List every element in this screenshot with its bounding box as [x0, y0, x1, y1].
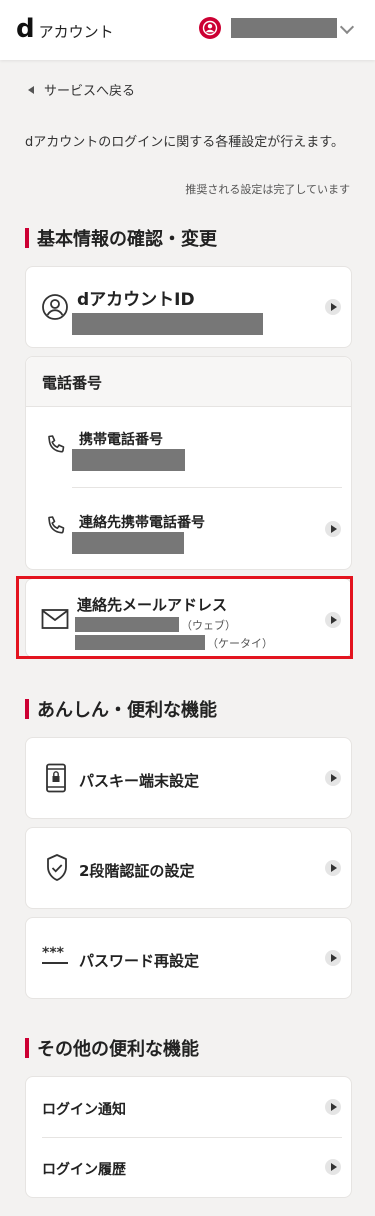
login-history-row[interactable]: ログイン履歴: [26, 1138, 351, 1197]
play-arrow-icon[interactable]: [325, 860, 341, 876]
masked-contact-number: [72, 532, 184, 554]
phone-card: 電話番号 携帯電話番号 連絡先携帯電話番号: [25, 356, 352, 570]
account-menu[interactable]: [199, 17, 337, 39]
smartphone-lock-icon: [45, 763, 67, 797]
phone-header-label: 電話番号: [42, 374, 103, 392]
masked-account-id: [72, 313, 263, 335]
chevron-down-icon[interactable]: [339, 19, 355, 35]
play-arrow-icon[interactable]: [325, 299, 341, 315]
password-asterisk-icon: ***: [42, 946, 68, 964]
phone-icon: [44, 514, 68, 542]
password-label: パスワード再設定: [79, 952, 200, 970]
section-accent-bar: [25, 1038, 29, 1058]
section-title-other: その他の便利な機能: [25, 1035, 199, 1061]
logo-text: アカウント: [38, 23, 114, 41]
play-arrow-icon[interactable]: [325, 521, 341, 537]
section-title-other-label: その他の便利な機能: [37, 1039, 199, 1060]
contact-mobile-row[interactable]: 連絡先携帯電話番号: [26, 488, 351, 568]
back-to-service-link[interactable]: サービスへ戻る: [28, 80, 135, 99]
section-title-security-label: あんしん・便利な機能: [37, 700, 217, 721]
masked-mobile-number: [72, 449, 185, 471]
section-accent-bar: [25, 228, 29, 248]
user-icon: [41, 293, 69, 325]
account-id-card[interactable]: dアカウントID: [25, 266, 352, 348]
play-arrow-icon[interactable]: [325, 1159, 341, 1175]
intro-text: dアカウントのログインに関する各種設定が行えます。: [25, 135, 344, 150]
password-card[interactable]: *** パスワード再設定: [25, 917, 352, 999]
back-arrow-icon: [28, 85, 34, 94]
mobile-phone-row[interactable]: 携帯電話番号: [26, 407, 351, 487]
shield-check-icon: [45, 853, 69, 887]
passkey-card[interactable]: パスキー端末設定: [25, 737, 352, 819]
section-title-basic-label: 基本情報の確認・変更: [37, 229, 217, 250]
two-step-card[interactable]: 2段階認証の設定: [25, 827, 352, 909]
app-header: d アカウント: [0, 0, 375, 60]
mobile-phone-label: 携帯電話番号: [79, 432, 163, 448]
play-arrow-icon[interactable]: [325, 770, 341, 786]
other-features-card: ログイン通知 ログイン履歴: [25, 1076, 352, 1198]
back-link-label: サービスへ戻る: [44, 84, 136, 99]
phone-icon: [44, 433, 68, 461]
user-avatar-icon: [199, 17, 221, 39]
highlight-box: [16, 576, 353, 659]
logo-mark: d: [16, 14, 35, 44]
section-title-security: あんしん・便利な機能: [25, 696, 217, 722]
play-arrow-icon[interactable]: [325, 1099, 341, 1115]
login-notice-label: ログイン通知: [42, 1102, 126, 1118]
login-history-label: ログイン履歴: [42, 1162, 126, 1178]
section-accent-bar: [25, 699, 29, 719]
status-text: 推奨される設定は完了しています: [185, 183, 350, 196]
account-id-label: dアカウントID: [77, 290, 195, 310]
contact-mobile-label: 連絡先携帯電話番号: [79, 515, 205, 531]
password-icon-underline: [42, 962, 68, 964]
section-title-basic: 基本情報の確認・変更: [25, 225, 217, 251]
two-step-label: 2段階認証の設定: [79, 862, 195, 880]
logo[interactable]: d アカウント: [16, 16, 114, 44]
login-notice-row[interactable]: ログイン通知: [26, 1077, 351, 1137]
masked-username: [231, 18, 337, 38]
password-icon-text: ***: [42, 945, 64, 961]
passkey-label: パスキー端末設定: [79, 772, 200, 790]
play-arrow-icon[interactable]: [325, 950, 341, 966]
